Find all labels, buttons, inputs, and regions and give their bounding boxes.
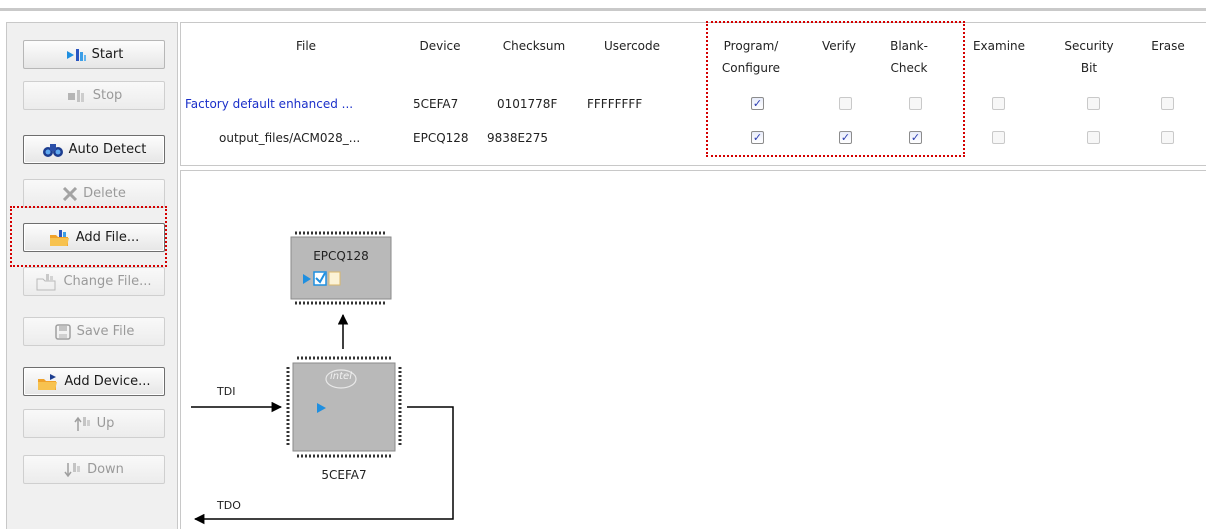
save-file-button[interactable]: Save File: [23, 317, 165, 346]
down-icon: [64, 461, 82, 479]
delete-icon: [62, 186, 78, 201]
add-device-button-label: Add Device...: [64, 374, 151, 389]
auto-detect-button-label: Auto Detect: [68, 142, 147, 157]
erase-checkbox[interactable]: [1161, 131, 1174, 144]
examine-checkbox[interactable]: [992, 97, 1005, 110]
up-button[interactable]: Up: [23, 409, 165, 438]
header-security-bit[interactable]: Security Bit: [1057, 35, 1121, 79]
stop-button-label: Stop: [92, 88, 123, 103]
blank-check-checkbox[interactable]: ✓: [909, 131, 922, 144]
start-button-label: Start: [91, 47, 124, 62]
stop-icon: [66, 88, 88, 104]
down-button[interactable]: Down: [23, 455, 165, 484]
auto-detect-icon: [42, 141, 64, 159]
program-checkbox[interactable]: ✓: [751, 131, 764, 144]
row-checksum-cell: 0101778F: [497, 97, 558, 111]
add-device-icon: [37, 373, 59, 391]
header-examine[interactable]: Examine: [967, 35, 1031, 57]
window-top-border: [0, 8, 1206, 11]
header-verify[interactable]: Verify: [809, 35, 869, 57]
header-erase[interactable]: Erase: [1143, 35, 1193, 57]
header-program-line1: Program/: [723, 39, 779, 53]
programmer-toolbar: Start Stop Auto Detect Delete Add File..…: [6, 22, 178, 529]
header-program-line2: Configure: [721, 61, 781, 75]
header-usercode[interactable]: Usercode: [591, 35, 673, 57]
up-icon: [74, 415, 92, 433]
row-file-cell[interactable]: Factory default enhanced ...: [185, 95, 353, 113]
erase-checkbox[interactable]: [1161, 97, 1174, 110]
header-program-configure[interactable]: Program/ Configure: [711, 35, 791, 79]
start-button[interactable]: Start: [23, 40, 165, 69]
row-device-cell: EPCQ128: [413, 131, 469, 145]
verify-checkbox[interactable]: ✓: [839, 131, 852, 144]
security-bit-checkbox[interactable]: [1087, 131, 1100, 144]
header-security-line1: Security: [1064, 39, 1114, 53]
blank-check-checkbox[interactable]: [909, 97, 922, 110]
header-checksum[interactable]: Checksum: [495, 35, 573, 57]
verify-checkbox[interactable]: [839, 97, 852, 110]
change-file-button-label: Change File...: [63, 274, 152, 289]
row-device-cell: 5CEFA7: [413, 97, 459, 111]
add-file-icon: [49, 229, 71, 247]
tdo-label: TDO: [217, 499, 241, 512]
delete-button-label: Delete: [83, 186, 126, 201]
fpga-device-label: 5CEFA7: [321, 468, 367, 482]
change-file-button[interactable]: Change File...: [23, 267, 165, 296]
add-file-button-label: Add File...: [75, 230, 140, 245]
save-file-button-label: Save File: [76, 324, 135, 339]
up-button-label: Up: [96, 416, 115, 431]
header-blank-line1: Blank-: [890, 39, 928, 53]
row-usercode-cell: FFFFFFFF: [587, 97, 643, 111]
delete-button[interactable]: Delete: [23, 179, 165, 208]
tdi-label: TDI: [217, 385, 236, 398]
header-file[interactable]: File: [221, 35, 391, 57]
save-file-icon: [54, 323, 72, 341]
stop-button[interactable]: Stop: [23, 81, 165, 110]
row-checksum-cell: 9838E275: [487, 131, 549, 145]
epcq128-label: EPCQ128: [313, 249, 369, 263]
row-file-cell[interactable]: output_files/ACM028_...: [219, 129, 360, 147]
add-file-button[interactable]: Add File...: [23, 223, 165, 252]
intel-logo: intel: [330, 371, 352, 382]
header-device[interactable]: Device: [405, 35, 475, 57]
program-checkbox[interactable]: ✓: [751, 97, 764, 110]
epcq128-chip[interactable]: [290, 231, 392, 305]
jtag-chain-diagram: EPCQ128 intel 5CEFA7 TDI TDO: [180, 170, 1206, 529]
auto-detect-button[interactable]: Auto Detect: [23, 135, 165, 164]
change-file-icon: [36, 273, 58, 291]
header-blank-check[interactable]: Blank- Check: [879, 35, 939, 79]
start-icon: [65, 47, 87, 63]
down-button-label: Down: [87, 462, 124, 477]
programming-file-table: File Device Checksum Usercode Program/ C…: [180, 22, 1206, 166]
security-bit-checkbox[interactable]: [1087, 97, 1100, 110]
add-device-button[interactable]: Add Device...: [23, 367, 165, 396]
header-security-line2: Bit: [1080, 61, 1098, 75]
examine-checkbox[interactable]: [992, 131, 1005, 144]
header-blank-line2: Check: [890, 61, 928, 75]
